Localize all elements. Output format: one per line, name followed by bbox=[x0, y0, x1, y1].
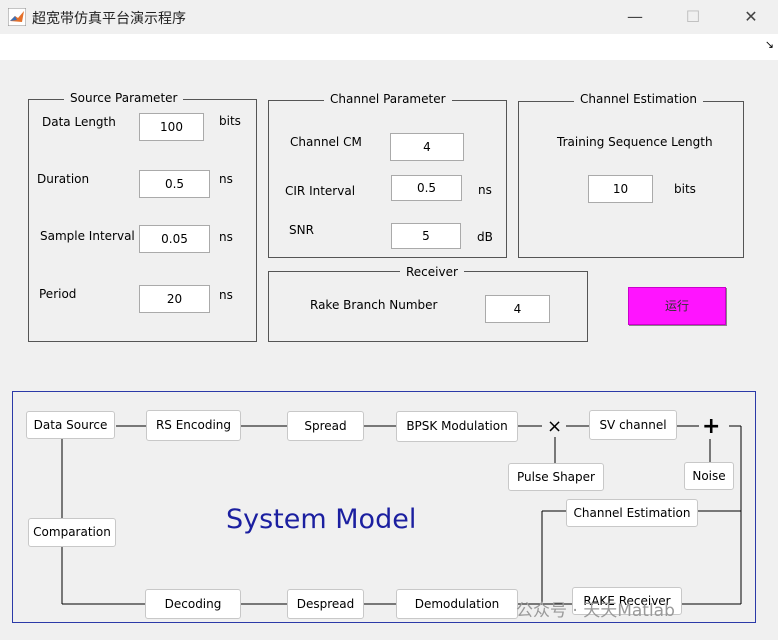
spread-block: Spread bbox=[287, 411, 364, 441]
watermark: 公众号 · 天天Matlab bbox=[516, 601, 675, 621]
bpsk-modulation-block: BPSK Modulation bbox=[396, 411, 518, 442]
add-symbol: + bbox=[702, 414, 721, 439]
rs-encoding-block: RS Encoding bbox=[146, 410, 241, 441]
pulse-shaper-block: Pulse Shaper bbox=[508, 463, 604, 491]
data-source-block: Data Source bbox=[26, 411, 115, 439]
system-model-title: System Model bbox=[226, 504, 417, 535]
decoding-block: Decoding bbox=[145, 589, 241, 619]
system-model-connectors bbox=[61, 425, 742, 605]
demodulation-block: Demodulation bbox=[396, 589, 518, 619]
channel-estimation-block: Channel Estimation bbox=[566, 499, 698, 527]
sv-channel-block: SV channel bbox=[589, 410, 677, 440]
despread-block: Despread bbox=[287, 589, 364, 619]
noise-block: Noise bbox=[684, 462, 734, 490]
comparation-block: Comparation bbox=[28, 518, 116, 547]
multiply-symbol: × bbox=[547, 416, 563, 437]
